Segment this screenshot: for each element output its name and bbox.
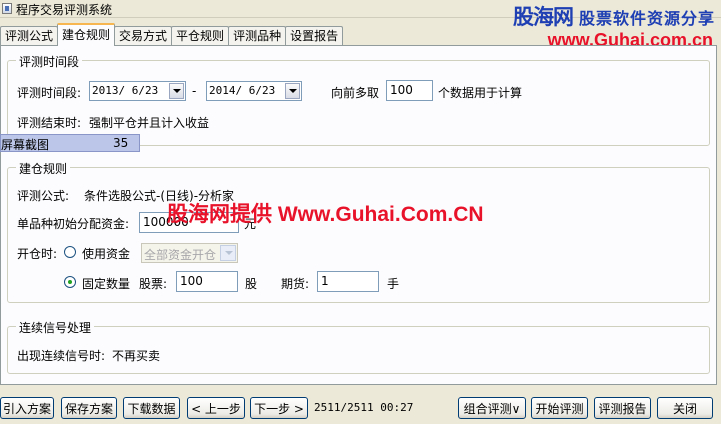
chevron-down-icon[interactable] [220,245,236,261]
futures-qty-input[interactable]: 1 [317,271,379,292]
import-plan-button[interactable]: 引入方案 [0,397,54,419]
formula-label: 评测公式: [17,189,70,203]
tab-build-rules[interactable]: 建仓规则 [57,23,116,46]
lookback-prefix: 向前多取 [331,86,380,100]
download-data-button[interactable]: 下载数据 [123,397,180,419]
overlay-number: 35 [113,136,129,150]
center-watermark: 股海网提供 Www.Guhai.Com.CN [167,203,484,226]
date-separator: - [192,84,197,98]
tab-close-rules[interactable]: 平仓规则 [171,26,230,46]
build-rules-title: 建仓规则 [16,160,71,177]
end-label: 评测结束时: [17,116,82,130]
start-eval-button[interactable]: 开始评测 [531,397,588,419]
end-date-value: 2014/ 6/23 [209,84,276,97]
watermark-slogan: 股票软件资源分享 [578,9,715,28]
use-capital-label[interactable]: 使用资金 [82,245,130,262]
chevron-down-icon[interactable] [285,83,300,99]
app-icon [2,3,12,14]
start-date-value: 2013/ 6/23 [92,84,159,97]
capital-label: 单品种初始分配资金: [17,217,130,231]
use-capital-radio[interactable] [64,246,76,258]
lookback-suffix: 个数据用于计算 [438,86,523,100]
eval-report-button[interactable]: 评测报告 [594,397,651,419]
next-step-button[interactable]: 下一步 > [250,397,308,419]
window-title: 程序交易评测系统 [16,3,113,17]
stock-label: 股票: [139,277,168,291]
open-label: 开仓时: [17,247,58,261]
end-action-value: 强制平仓并且计入收益 [89,116,210,130]
screenshot-overlay: 屏幕截图 35 [0,134,140,152]
period-label: 评测时间段: [17,86,82,100]
watermark-brand: 股海网 [512,5,574,29]
signal-label: 出现连续信号时: [17,349,106,363]
start-date-picker[interactable]: 2013/ 6/23 [89,81,186,101]
prev-step-button[interactable]: < 上一步 [187,397,245,419]
overlay-label: 屏幕截图 [1,138,50,152]
end-date-picker[interactable]: 2014/ 6/23 [206,81,302,101]
capital-mode-value: 全部资金开仓 [144,248,217,262]
stock-unit: 股 [245,277,258,291]
tab-strip: 评测公式 建仓规则 交易方式 平仓规则 评测品种 设置报告 [0,22,344,46]
fixed-qty-radio[interactable] [64,276,76,288]
futures-unit: 手 [387,277,400,291]
signal-value: 不再买卖 [112,349,161,363]
tab-eval-formula[interactable]: 评测公式 [0,26,59,46]
futures-label: 期货: [281,277,310,291]
chevron-down-icon[interactable] [169,83,184,99]
capital-mode-select[interactable]: 全部资金开仓 [141,243,238,263]
tab-trade-mode[interactable]: 交易方式 [114,26,173,46]
stock-qty-input[interactable]: 100 [176,271,238,292]
lookback-input[interactable]: 100 [386,80,433,101]
signal-title: 连续信号处理 [16,319,95,336]
progress-status: 2511/2511 00:27 [314,401,414,414]
tab-eval-symbols[interactable]: 评测品种 [228,26,287,46]
eval-period-title: 评测时间段 [16,53,83,70]
combo-eval-button[interactable]: 组合评测∨ [458,397,526,419]
tab-report-settings[interactable]: 设置报告 [285,26,344,46]
watermark-logo: 股海网 股票软件资源分享 [513,1,715,31]
close-button[interactable]: 关闭 [657,397,713,419]
fixed-qty-label[interactable]: 固定数量 [82,275,130,292]
save-plan-button[interactable]: 保存方案 [61,397,117,419]
